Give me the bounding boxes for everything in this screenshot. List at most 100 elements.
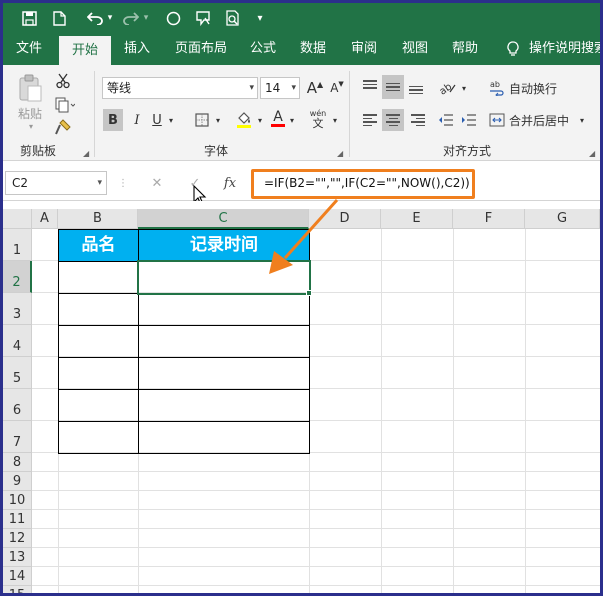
tab-formulas[interactable]: 公式 xyxy=(243,33,283,65)
table-cell[interactable] xyxy=(58,389,139,422)
row-header-1[interactable]: 1 xyxy=(3,229,32,261)
table-cell[interactable] xyxy=(58,421,139,454)
row-header-4[interactable]: 4 xyxy=(3,325,32,357)
row-header-12[interactable]: 12 xyxy=(3,529,32,548)
circle-shape-icon[interactable] xyxy=(163,8,183,28)
format-painter-icon[interactable] xyxy=(53,117,73,137)
font-color-dropdown-icon[interactable]: ▾ xyxy=(287,109,297,131)
merge-dropdown-icon[interactable]: ▾ xyxy=(577,109,587,131)
row-header-7[interactable]: 7 xyxy=(3,421,32,453)
tab-file[interactable]: 文件 xyxy=(7,33,51,65)
column-header-f[interactable]: F xyxy=(453,209,525,229)
select-all-button[interactable] xyxy=(3,209,32,229)
borders-dropdown-icon[interactable]: ▾ xyxy=(213,109,223,131)
tab-review[interactable]: 审阅 xyxy=(344,33,384,65)
decrease-indent-icon[interactable] xyxy=(436,109,456,131)
save-icon[interactable] xyxy=(19,8,39,28)
wrap-text-icon[interactable]: ab xyxy=(487,77,507,99)
align-left-icon[interactable] xyxy=(363,111,379,129)
column-header-g[interactable]: G xyxy=(525,209,600,229)
font-name-select[interactable]: 等线 ▾ xyxy=(102,77,258,99)
orientation-icon[interactable]: ab xyxy=(437,77,459,99)
tab-insert[interactable]: 插入 xyxy=(117,33,157,65)
active-cell-c2[interactable] xyxy=(137,260,311,295)
row-header-15[interactable]: 15 xyxy=(3,586,32,593)
tab-help[interactable]: 帮助 xyxy=(445,33,485,65)
undo-icon[interactable] xyxy=(85,8,105,28)
align-bottom-icon[interactable] xyxy=(409,77,423,97)
bold-button[interactable]: B xyxy=(103,109,123,131)
table-cell[interactable] xyxy=(58,293,139,326)
paste-button-label[interactable]: 粘贴 xyxy=(13,105,47,121)
insert-function-icon[interactable]: fx xyxy=(219,173,241,193)
callout-shape-icon[interactable] xyxy=(193,8,213,28)
row-header-14[interactable]: 14 xyxy=(3,567,32,586)
wrap-text-button[interactable]: 自动换行 xyxy=(509,77,565,99)
phonetic-dropdown-icon[interactable]: ▾ xyxy=(330,109,340,131)
merge-center-button[interactable]: 合并后居中 xyxy=(509,109,575,131)
row-header-11[interactable]: 11 xyxy=(3,510,32,529)
row-header-5[interactable]: 5 xyxy=(3,357,32,389)
row-header-10[interactable]: 10 xyxy=(3,491,32,510)
tab-page-layout[interactable]: 页面布局 xyxy=(169,33,233,65)
table-cell[interactable] xyxy=(58,357,139,390)
table-cell[interactable] xyxy=(58,325,139,358)
borders-icon[interactable] xyxy=(191,109,213,131)
align-top-icon[interactable] xyxy=(363,77,377,97)
font-dialog-launcher-icon[interactable]: ◢ xyxy=(337,149,343,158)
table-header-record-time[interactable]: 记录时间 xyxy=(138,229,310,262)
table-cell[interactable] xyxy=(138,325,310,358)
row-header-2[interactable]: 2 xyxy=(3,261,32,293)
column-header-d[interactable]: D xyxy=(309,209,381,229)
table-cell[interactable] xyxy=(138,389,310,422)
tab-data[interactable]: 数据 xyxy=(293,33,333,65)
italic-button[interactable]: I xyxy=(127,109,147,131)
grow-font-button[interactable]: A ▲ xyxy=(305,77,325,99)
fill-color-dropdown-icon[interactable]: ▾ xyxy=(255,109,265,131)
underline-button[interactable]: U xyxy=(149,109,165,131)
merge-center-icon[interactable] xyxy=(487,109,507,131)
font-size-select[interactable]: 14 ▾ xyxy=(260,77,300,99)
print-preview-icon[interactable] xyxy=(223,8,243,28)
row-header-6[interactable]: 6 xyxy=(3,389,32,421)
align-center-icon[interactable] xyxy=(382,109,404,131)
phonetic-guide-button[interactable]: wén 文 xyxy=(307,109,329,131)
customize-toolbar-icon[interactable]: ▾ xyxy=(253,8,267,28)
column-header-e[interactable]: E xyxy=(381,209,453,229)
font-color-button[interactable]: A xyxy=(269,107,287,129)
cut-icon[interactable] xyxy=(53,71,73,91)
underline-dropdown-icon[interactable]: ▾ xyxy=(166,109,176,131)
tab-view[interactable]: 视图 xyxy=(395,33,435,65)
paste-dropdown-icon[interactable]: ▾ xyxy=(21,121,41,131)
align-middle-icon[interactable] xyxy=(382,75,404,99)
row-header-9[interactable]: 9 xyxy=(3,472,32,491)
column-header-c[interactable]: C xyxy=(138,209,309,229)
name-box[interactable]: C2 ▾ xyxy=(5,171,107,195)
table-cell[interactable] xyxy=(138,293,310,326)
undo-dropdown-icon[interactable]: ▾ xyxy=(105,8,115,28)
redo-icon[interactable] xyxy=(121,8,141,28)
formula-input[interactable]: =IF(B2="","",IF(C2="",NOW(),C2)) xyxy=(251,169,475,199)
paste-icon[interactable] xyxy=(15,73,45,103)
redo-dropdown-icon[interactable]: ▾ xyxy=(141,8,151,28)
row-header-13[interactable]: 13 xyxy=(3,548,32,567)
table-cell[interactable] xyxy=(138,421,310,454)
row-header-8[interactable]: 8 xyxy=(3,453,32,472)
tell-me-search[interactable]: 操作说明搜索 xyxy=(529,33,600,65)
fill-handle[interactable] xyxy=(306,290,312,296)
fill-color-icon[interactable] xyxy=(233,109,255,131)
new-file-icon[interactable] xyxy=(49,8,69,28)
shrink-font-button[interactable]: A ▼ xyxy=(327,77,347,99)
copy-icon[interactable] xyxy=(53,95,77,115)
tab-home[interactable]: 开始 xyxy=(59,36,111,65)
orientation-dropdown-icon[interactable]: ▾ xyxy=(459,77,469,99)
column-header-a[interactable]: A xyxy=(32,209,58,229)
column-header-b[interactable]: B xyxy=(58,209,138,229)
cancel-icon[interactable]: ✕ xyxy=(147,173,167,193)
clipboard-dialog-launcher-icon[interactable]: ◢ xyxy=(83,149,89,158)
align-right-icon[interactable] xyxy=(409,111,425,129)
increase-indent-icon[interactable] xyxy=(459,109,479,131)
alignment-dialog-launcher-icon[interactable]: ◢ xyxy=(589,149,595,158)
row-header-3[interactable]: 3 xyxy=(3,293,32,325)
table-header-product-name[interactable]: 品名 xyxy=(58,229,139,262)
